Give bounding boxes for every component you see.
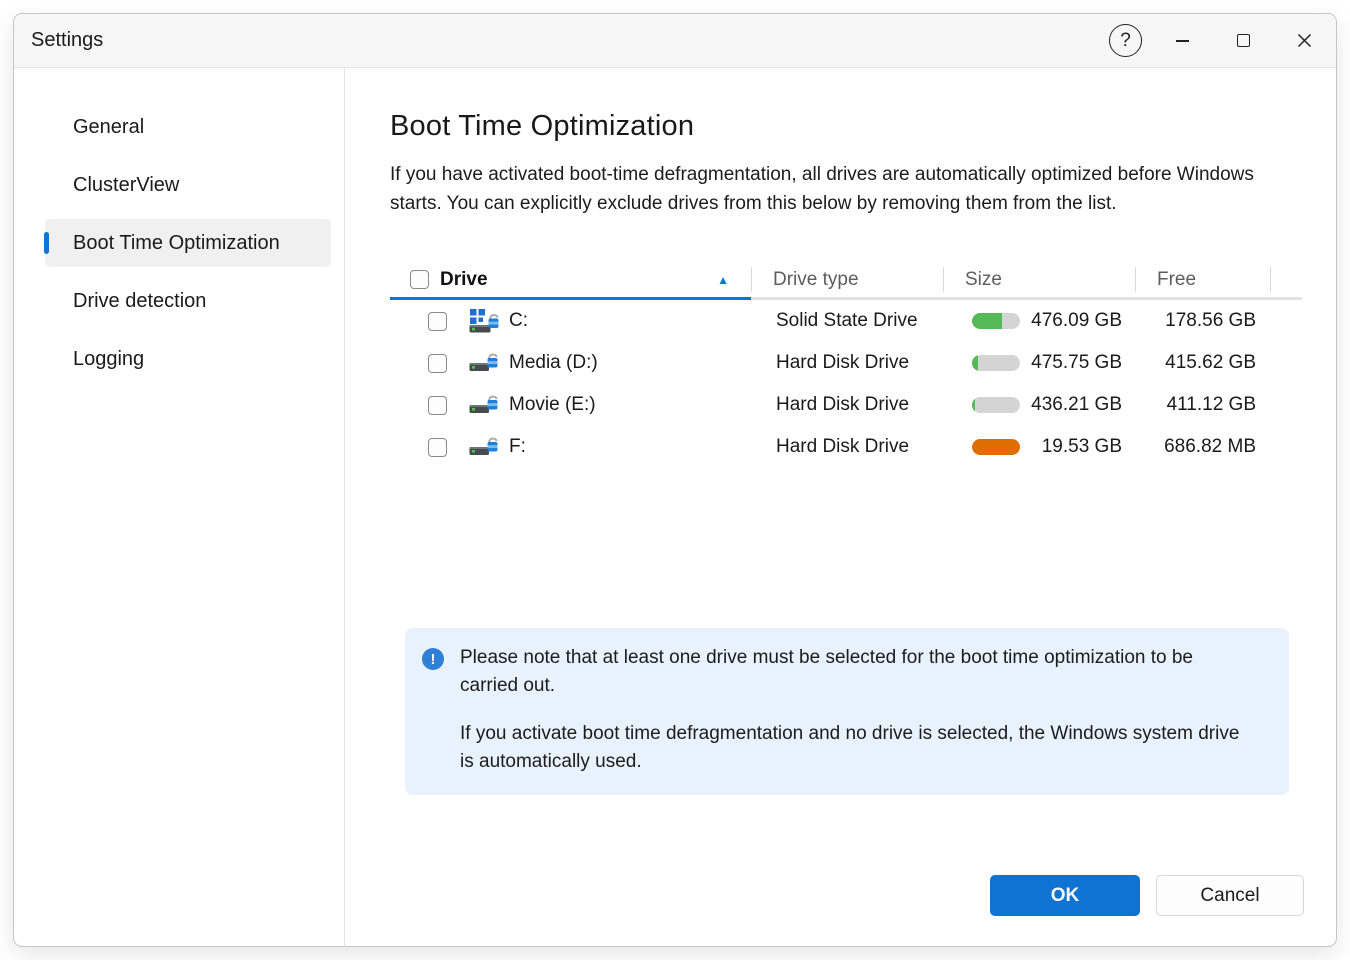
- sidebar: General ClusterView Boot Time Optimizati…: [14, 68, 345, 947]
- cancel-button[interactable]: Cancel: [1156, 875, 1304, 916]
- size-value: 476.09 GB: [1020, 310, 1135, 332]
- maximize-icon[interactable]: [1227, 24, 1260, 57]
- size-value: 475.75 GB: [1020, 352, 1135, 374]
- row-extra-cell: [1270, 300, 1302, 342]
- sort-ascending-icon: ▲: [717, 273, 729, 287]
- size-value: 19.53 GB: [1020, 436, 1135, 458]
- sidebar-item-label: General: [73, 116, 144, 139]
- row-extra-cell: [1270, 426, 1302, 468]
- drive-checkbox[interactable]: [428, 396, 447, 415]
- drive-type: Solid State Drive: [751, 300, 943, 342]
- notice-paragraph-2: If you activate boot time defragmentatio…: [460, 720, 1255, 776]
- minimize-icon[interactable]: [1166, 24, 1199, 57]
- drive-icon: [469, 392, 499, 418]
- free-value: 686.82 MB: [1135, 426, 1270, 468]
- column-header-drive-label: Drive: [440, 269, 488, 291]
- drive-type: Hard Disk Drive: [751, 426, 943, 468]
- sidebar-item-general[interactable]: General: [45, 103, 331, 151]
- window-title: Settings: [31, 29, 103, 52]
- usage-bar-fill: [972, 355, 978, 371]
- notice-paragraph-1: Please note that at least one drive must…: [460, 644, 1255, 700]
- sidebar-item-label: Drive detection: [73, 290, 206, 313]
- free-value: 415.62 GB: [1135, 342, 1270, 384]
- usage-bar-fill: [972, 397, 975, 413]
- sidebar-item-boot-time-optimization[interactable]: Boot Time Optimization: [45, 219, 331, 267]
- help-icon[interactable]: ?: [1109, 24, 1142, 57]
- drive-type: Hard Disk Drive: [751, 384, 943, 426]
- info-icon: !: [422, 648, 444, 670]
- usage-bar: [972, 439, 1020, 455]
- sidebar-item-label: ClusterView: [73, 174, 179, 197]
- sidebar-item-logging[interactable]: Logging: [45, 335, 331, 383]
- close-icon[interactable]: [1288, 24, 1321, 57]
- free-value: 411.12 GB: [1135, 384, 1270, 426]
- table-row[interactable]: F: Hard Disk Drive 19.53 GB 686.82 MB: [390, 426, 1302, 468]
- drive-type: Hard Disk Drive: [751, 342, 943, 384]
- notice-text: Please note that at least one drive must…: [460, 644, 1255, 776]
- drive-name: Movie (E:): [509, 394, 596, 416]
- table-header: Drive ▲ Drive type Size Free: [390, 262, 1302, 300]
- column-header-size[interactable]: Size: [943, 262, 1135, 300]
- ok-button[interactable]: OK: [990, 875, 1140, 916]
- settings-window: Settings ? General ClusterView Boot Time…: [13, 13, 1337, 947]
- table-row[interactable]: C: Solid State Drive 476.09 GB 178.56 GB: [390, 300, 1302, 342]
- free-value: 178.56 GB: [1135, 300, 1270, 342]
- sidebar-item-clusterview[interactable]: ClusterView: [45, 161, 331, 209]
- footer-buttons: OK Cancel: [990, 875, 1304, 916]
- column-header-free[interactable]: Free: [1135, 262, 1270, 300]
- drive-icon: [469, 350, 499, 376]
- drive-name: F:: [509, 436, 526, 458]
- usage-bar: [972, 313, 1020, 329]
- usage-bar: [972, 397, 1020, 413]
- size-value: 436.21 GB: [1020, 394, 1135, 416]
- usage-bar: [972, 355, 1020, 371]
- table-row[interactable]: Media (D:) Hard Disk Drive 475.75 GB 415…: [390, 342, 1302, 384]
- usage-bar-fill: [972, 439, 1020, 455]
- notice-box: ! Please note that at least one drive mu…: [405, 628, 1289, 795]
- select-all-checkbox[interactable]: [410, 270, 429, 289]
- row-extra-cell: [1270, 384, 1302, 426]
- sidebar-item-label: Boot Time Optimization: [73, 232, 280, 255]
- sidebar-item-drive-detection[interactable]: Drive detection: [45, 277, 331, 325]
- drive-name: Media (D:): [509, 352, 598, 374]
- column-header-drive-type[interactable]: Drive type: [751, 262, 943, 300]
- titlebar-controls: ?: [1109, 24, 1321, 57]
- titlebar: Settings ?: [14, 14, 1336, 68]
- main-content: Boot Time Optimization If you have activ…: [345, 68, 1336, 947]
- table-row[interactable]: Movie (E:) Hard Disk Drive 436.21 GB 411…: [390, 384, 1302, 426]
- row-extra-cell: [1270, 342, 1302, 384]
- table-body: C: Solid State Drive 476.09 GB 178.56 GB: [390, 300, 1302, 468]
- page-description: If you have activated boot-time defragme…: [390, 160, 1305, 218]
- drive-name: C:: [509, 310, 528, 332]
- drives-table: Drive ▲ Drive type Size Free: [390, 262, 1302, 468]
- drive-icon: [469, 434, 499, 460]
- drive-checkbox[interactable]: [428, 312, 447, 331]
- usage-bar-fill: [972, 313, 1002, 329]
- page-title: Boot Time Optimization: [390, 108, 1336, 144]
- drive-icon: [469, 308, 499, 334]
- column-header-drive[interactable]: Drive ▲: [390, 262, 751, 300]
- drive-checkbox[interactable]: [428, 438, 447, 457]
- drive-checkbox[interactable]: [428, 354, 447, 373]
- sidebar-item-label: Logging: [73, 348, 144, 371]
- column-header-extra: [1270, 262, 1302, 300]
